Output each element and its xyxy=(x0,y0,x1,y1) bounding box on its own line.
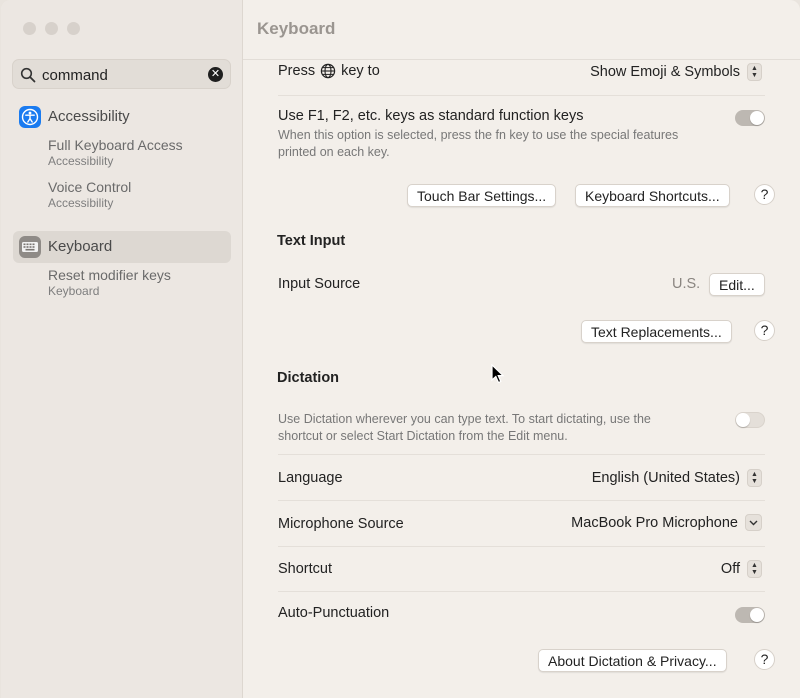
toggle-knob xyxy=(736,413,750,427)
minimize-window-button[interactable] xyxy=(45,22,58,35)
keyboard-icon xyxy=(19,236,41,258)
up-down-chevron-icon: ▲ ▼ xyxy=(747,469,762,487)
up-down-chevron-icon: ▲ ▼ xyxy=(747,560,762,578)
result-title: Full Keyboard Access xyxy=(48,137,183,153)
globe-label-prefix: Press xyxy=(278,63,316,79)
keyboard-shortcuts-button[interactable]: Keyboard Shortcuts... xyxy=(575,184,730,207)
globe-label-suffix: key to xyxy=(341,63,380,79)
toolbar-divider xyxy=(243,59,800,60)
sidebar: ✕ Accessibility Full Keyboard Access Acc… xyxy=(1,0,243,698)
page-title: Keyboard xyxy=(257,19,336,38)
auto-punctuation-label: Auto-Punctuation xyxy=(278,605,390,621)
search-result-voice-control[interactable]: Voice Control Accessibility xyxy=(48,179,131,211)
input-source-label: Input Source xyxy=(278,276,361,292)
result-subtitle: Accessibility xyxy=(48,154,114,168)
sidebar-item-label: Keyboard xyxy=(48,238,113,255)
microphone-source-value: MacBook Pro Microphone xyxy=(571,514,738,531)
fn-desc-line2: printed on each key. xyxy=(278,145,390,159)
search-result-reset-modifier-keys[interactable]: Reset modifier keys Keyboard xyxy=(48,267,171,299)
zoom-window-button[interactable] xyxy=(67,22,80,35)
accessibility-icon xyxy=(19,106,41,128)
chevron-down-icon xyxy=(745,514,762,531)
divider xyxy=(278,95,765,96)
help-button[interactable]: ? xyxy=(754,320,775,341)
language-label: Language xyxy=(278,470,343,486)
toggle-knob xyxy=(750,111,764,125)
search-result-full-keyboard-access[interactable]: Full Keyboard Access Accessibility xyxy=(48,137,183,169)
sidebar-item-keyboard[interactable]: Keyboard xyxy=(13,231,231,263)
fn-keys-label: Use F1, F2, etc. keys as standard functi… xyxy=(278,108,584,124)
auto-punctuation-toggle[interactable] xyxy=(735,607,765,623)
result-title: Reset modifier keys xyxy=(48,267,171,283)
close-window-button[interactable] xyxy=(23,22,36,35)
shortcut-label: Shortcut xyxy=(278,561,332,577)
window-controls xyxy=(23,22,80,35)
sidebar-item-accessibility[interactable]: Accessibility xyxy=(13,101,231,133)
toggle-knob xyxy=(750,608,764,622)
dictation-desc-line1: Use Dictation wherever you can type text… xyxy=(278,412,651,426)
help-button[interactable]: ? xyxy=(754,649,775,670)
language-popup[interactable]: English (United States) ▲ ▼ xyxy=(592,469,762,487)
help-button[interactable]: ? xyxy=(754,184,775,205)
result-title: Voice Control xyxy=(48,179,132,195)
fn-keys-toggle[interactable] xyxy=(735,110,765,126)
text-input-heading: Text Input xyxy=(277,233,346,249)
globe-key-value: Show Emoji & Symbols xyxy=(590,64,740,80)
microphone-source-label: Microphone Source xyxy=(278,516,404,532)
divider xyxy=(278,591,765,592)
search-icon xyxy=(20,67,36,83)
shortcut-value: Off xyxy=(720,561,740,577)
divider xyxy=(278,546,765,547)
result-subtitle: Accessibility xyxy=(48,196,114,210)
divider xyxy=(278,454,765,455)
dictation-heading: Dictation xyxy=(277,370,340,386)
edit-input-sources-button[interactable]: Edit... xyxy=(709,273,765,296)
sidebar-item-label: Accessibility xyxy=(48,108,130,125)
main-pane: Keyboard Press key to Show Emoji & Symbo… xyxy=(243,0,800,698)
mouse-pointer-icon xyxy=(491,364,505,384)
dictation-description: Use Dictation wherever you can type text… xyxy=(278,411,651,445)
up-down-chevron-icon: ▲ ▼ xyxy=(747,63,762,81)
fn-keys-description: When this option is selected, press the … xyxy=(278,127,678,161)
shortcut-popup[interactable]: Off ▲ ▼ xyxy=(721,560,762,578)
about-dictation-privacy-button[interactable]: About Dictation & Privacy... xyxy=(538,649,727,672)
touch-bar-settings-button[interactable]: Touch Bar Settings... xyxy=(407,184,557,207)
globe-key-label: Press key to xyxy=(278,63,380,79)
dictation-desc-line2: shortcut or select Start Dictation from … xyxy=(278,429,568,443)
microphone-source-popup[interactable]: MacBook Pro Microphone xyxy=(571,514,762,531)
settings-window: ✕ Accessibility Full Keyboard Access Acc… xyxy=(1,0,800,698)
fn-desc-line1: When this option is selected, press the … xyxy=(278,128,679,142)
language-value: English (United States) xyxy=(591,470,740,486)
globe-icon xyxy=(320,63,336,79)
clear-search-icon[interactable]: ✕ xyxy=(208,67,223,82)
input-source-value: U.S. xyxy=(672,276,701,292)
globe-key-popup[interactable]: Show Emoji & Symbols ▲ ▼ xyxy=(590,63,762,81)
search-input[interactable] xyxy=(42,65,202,85)
search-field[interactable]: ✕ xyxy=(12,59,231,89)
text-replacements-button[interactable]: Text Replacements... xyxy=(581,320,732,343)
result-subtitle: Keyboard xyxy=(48,284,100,298)
divider xyxy=(278,500,765,501)
dictation-toggle[interactable] xyxy=(735,412,765,428)
